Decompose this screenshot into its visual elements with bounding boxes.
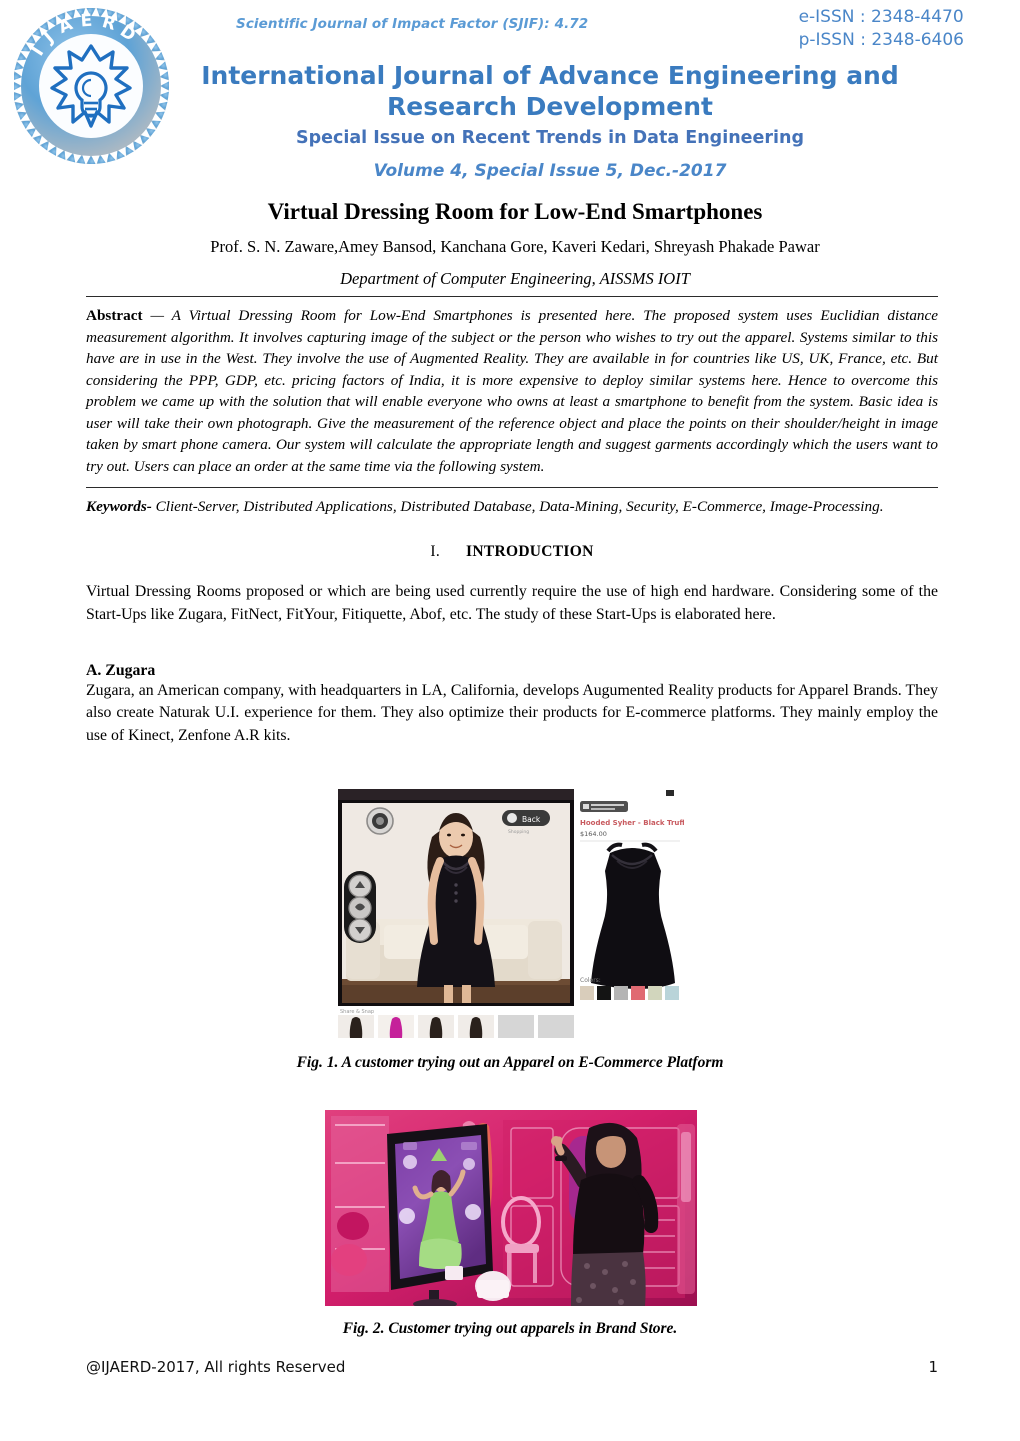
footer-copyright: @IJAERD-2017, All rights Reserved (86, 1358, 346, 1376)
page-footer: @IJAERD-2017, All rights Reserved 1 (86, 1358, 938, 1376)
intro-paragraph-1: Virtual Dressing Rooms proposed or which… (86, 583, 938, 623)
section-heading-introduction: I. INTRODUCTION (86, 543, 938, 561)
svg-text:E: E (80, 11, 93, 32)
keywords-text: Client-Server, Distributed Applications,… (151, 497, 884, 515)
special-issue-line: Special Issue on Recent Trends in Data E… (295, 128, 805, 148)
brand-store-magic-mirror-photo (325, 1110, 697, 1306)
subsection-heading-zugara: A. Zugara (86, 662, 156, 680)
sjif-line: Scientific Journal of Impact Factor (SJI… (236, 16, 589, 32)
ijaerd-badge-icon: I J A E R D (14, 8, 169, 164)
figure-2-image (325, 1110, 697, 1306)
section-title: INTRODUCTION (466, 543, 594, 561)
keywords-label: Keywords- (86, 497, 152, 515)
author-list: Prof. S. N. Zaware,Amey Bansod, Kanchana… (210, 236, 820, 256)
footer-page-number: 1 (928, 1358, 938, 1376)
virtual-dressing-room-screenshot-image: Back Shopping Hooded Syher - Black Truff… (336, 789, 684, 1038)
body-column: Abstract — A Virtual Dressing Room for L… (86, 296, 938, 761)
figure-2-caption: Fig. 2. Customer trying out apparels in … (342, 1320, 678, 1337)
svg-text:$164.00: $164.00 (580, 830, 607, 838)
abstract-dash: — (142, 307, 172, 324)
keywords-top-rule (86, 486, 938, 488)
e-issn: e-ISSN : 2348-4470 (798, 7, 964, 27)
title-block: Virtual Dressing Room for Low-End Smartp… (90, 198, 940, 289)
abstract-top-rule (86, 296, 938, 297)
journal-title: International Journal of Advance Enginee… (201, 61, 899, 121)
figure-1-caption: Fig. 1. A customer trying out an Apparel… (296, 1054, 724, 1071)
document-page: I J A E R D Scientific Journal of Impact… (0, 0, 1020, 1441)
affiliation: Department of Computer Engineering, AISS… (340, 268, 690, 288)
journal-logo: I J A E R D (14, 2, 169, 172)
svg-text:Shopping: Shopping (508, 829, 529, 835)
p-issn: p-ISSN : 2348-6406 (798, 29, 964, 50)
svg-text:Back: Back (522, 815, 541, 824)
issn-block: e-ISSN : 2348-4470 p-ISSN : 2348-6406 (799, 6, 964, 52)
volume-line: Volume 4, Special Issue 5, Dec.-2017 (373, 161, 727, 181)
abstract-label: Abstract (86, 307, 143, 324)
svg-text:Hooded Syher - Black Truffle: Hooded Syher - Black Truffle (580, 819, 684, 827)
abstract-paragraph: Abstract — A Virtual Dressing Room for L… (86, 305, 938, 478)
figure-1-image: Back Shopping Hooded Syher - Black Truff… (336, 789, 684, 1038)
svg-text:Colors:: Colors: (580, 977, 601, 984)
svg-text:Share & Snap: Share & Snap (340, 1009, 374, 1015)
abstract-text: A Virtual Dressing Room for Low-End Smar… (86, 307, 938, 476)
paper-title: Virtual Dressing Room for Low-End Smartp… (267, 199, 763, 224)
keywords-paragraph: Keywords- Client-Server, Distributed App… (86, 496, 938, 518)
zugara-paragraph-1: Zugara, an American company, with headqu… (86, 682, 938, 744)
section-number: I. (430, 543, 440, 561)
